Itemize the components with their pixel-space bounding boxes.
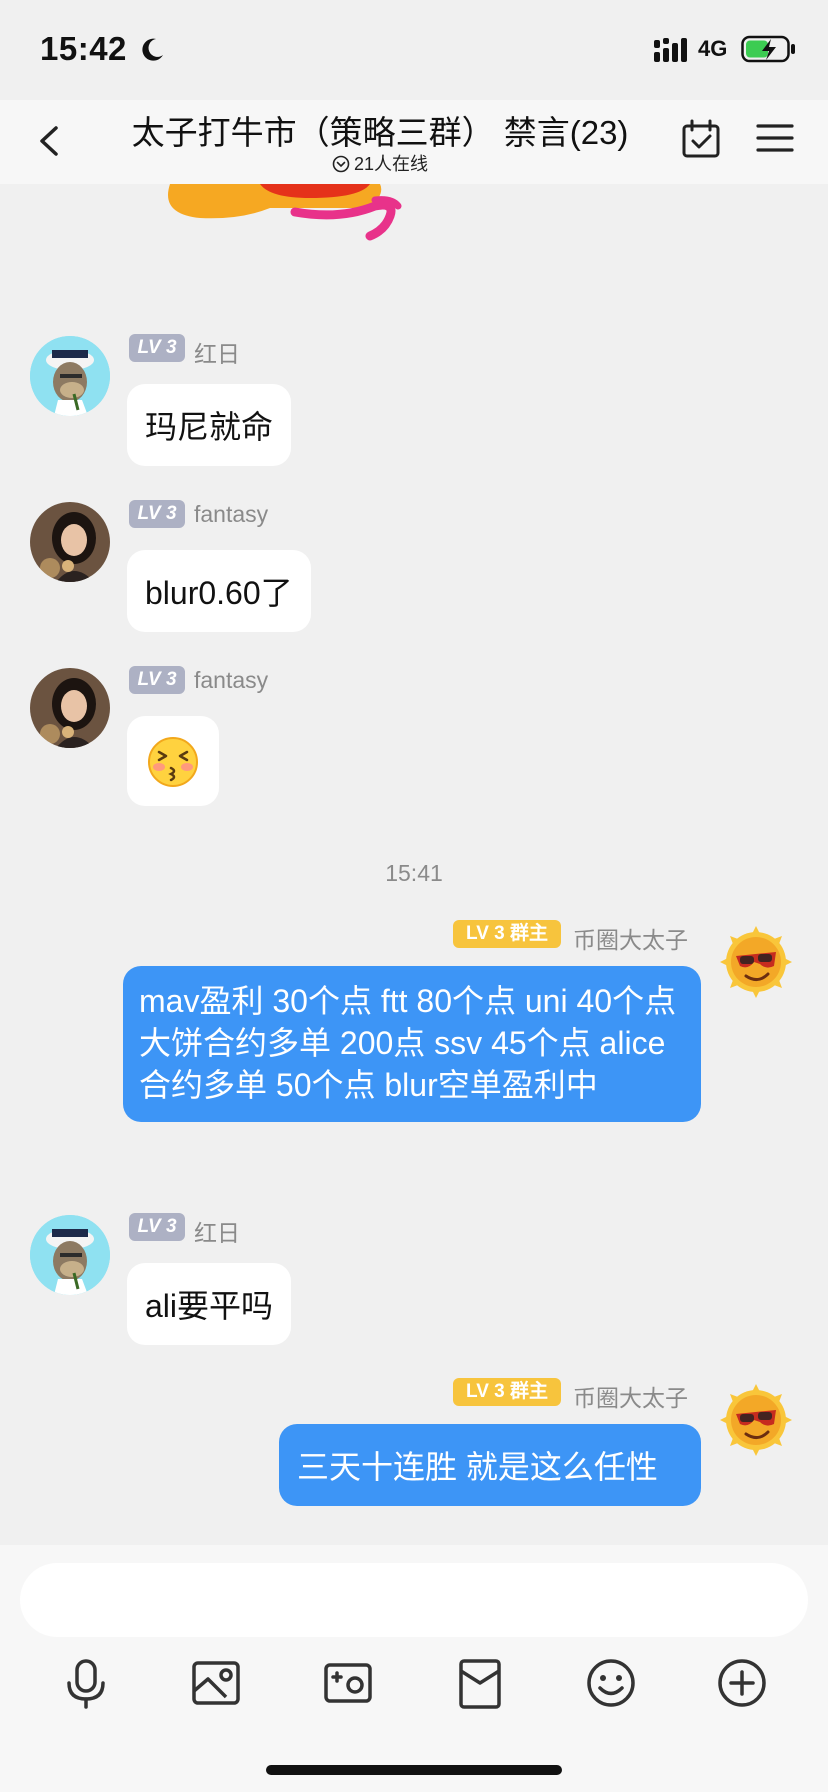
girl-avatar-icon xyxy=(30,502,110,582)
avatar[interactable] xyxy=(30,502,110,582)
mic-icon[interactable] xyxy=(56,1653,116,1713)
status-time: 15:42 xyxy=(40,30,127,67)
chat-header: 太子打牛市（策略三群） 禁言(23) 21人在线 xyxy=(0,100,828,184)
sun-sunglasses-avatar-icon xyxy=(720,926,792,998)
menu-icon[interactable] xyxy=(754,120,796,156)
level-badge: LV 3 xyxy=(129,500,185,528)
chevron-down-circle-icon xyxy=(332,155,350,173)
avatar[interactable] xyxy=(30,668,110,748)
sender-name[interactable]: fantasy xyxy=(194,501,268,528)
timestamp: 15:41 xyxy=(385,860,443,886)
online-count-text: 21人在线 xyxy=(353,154,429,174)
status-bar: 15:42 4G xyxy=(0,0,828,100)
message-input[interactable] xyxy=(20,1563,808,1637)
avatar[interactable] xyxy=(716,922,796,1002)
avatar[interactable] xyxy=(30,336,110,416)
signal-icon xyxy=(654,38,687,62)
avatar[interactable] xyxy=(716,1380,796,1460)
level-badge: LV 3 xyxy=(129,1213,185,1241)
owner-level-badge: LV 3 群主 xyxy=(453,1378,561,1406)
sender-name[interactable]: 币圈大太子 xyxy=(573,1379,688,1413)
owner-level-badge: LV 3 群主 xyxy=(453,920,561,948)
network-label: 4G xyxy=(698,36,728,61)
sticker-image[interactable] xyxy=(160,184,460,254)
sender-name[interactable]: 红日 xyxy=(194,335,240,369)
message-bubble[interactable]: blur0.60了 xyxy=(127,550,311,632)
emoji-icon[interactable] xyxy=(581,1653,641,1713)
battery-charging-icon xyxy=(741,35,795,63)
sender-name[interactable]: 币圈大太子 xyxy=(573,921,688,955)
group-title[interactable]: 太子打牛市（策略三群） 禁言(23) xyxy=(110,106,650,154)
moon-icon xyxy=(142,38,163,61)
home-indicator xyxy=(266,1765,562,1775)
message-row: LV 3 红日 ali要平吗 xyxy=(0,1213,828,1347)
ape-avatar-icon xyxy=(30,1215,110,1295)
message-bubble-self[interactable]: mav盈利 30个点 ftt 80个点 uni 40个点 大饼合约多单 200点… xyxy=(123,966,701,1122)
sender-name[interactable]: fantasy xyxy=(194,667,268,694)
online-count[interactable]: 21人在线 xyxy=(110,150,650,176)
girl-avatar-icon xyxy=(30,668,110,748)
back-arrow-icon[interactable] xyxy=(30,118,70,164)
message-row: LV 3 fantasy xyxy=(0,666,828,826)
image-icon[interactable] xyxy=(186,1653,246,1713)
message-row-self: LV 3 群主 币圈大太子 mav盈利 30个点 ftt 80个点 uni 40… xyxy=(0,920,828,1175)
message-row: LV 3 fantasy blur0.60了 xyxy=(0,500,828,634)
sun-sunglasses-avatar-icon xyxy=(720,1384,792,1456)
red-packet-icon[interactable] xyxy=(450,1653,510,1713)
input-area xyxy=(0,1545,828,1792)
level-badge: LV 3 xyxy=(129,334,185,362)
level-badge: LV 3 xyxy=(129,666,185,694)
sender-name[interactable]: 红日 xyxy=(194,1214,240,1248)
plus-icon[interactable] xyxy=(712,1653,772,1713)
emoji-bubble[interactable] xyxy=(127,716,219,806)
group-title-text: 太子打牛市（策略三群） 禁言(23) xyxy=(131,114,629,151)
kissing-face-icon xyxy=(148,737,198,787)
message-row: LV 3 红日 玛尼就命 xyxy=(0,334,828,468)
message-row-self: LV 3 群主 币圈大太子 三天十连胜 就是这么任性 xyxy=(0,1378,828,1508)
message-bubble[interactable]: ali要平吗 xyxy=(127,1263,292,1345)
message-bubble[interactable]: 玛尼就命 xyxy=(127,384,292,466)
camera-icon[interactable] xyxy=(318,1653,378,1713)
ape-avatar-icon xyxy=(30,336,110,416)
avatar[interactable] xyxy=(30,1215,110,1295)
message-bubble-self[interactable]: 三天十连胜 就是这么任性 xyxy=(279,1424,701,1506)
calendar-check-icon[interactable] xyxy=(680,118,722,160)
